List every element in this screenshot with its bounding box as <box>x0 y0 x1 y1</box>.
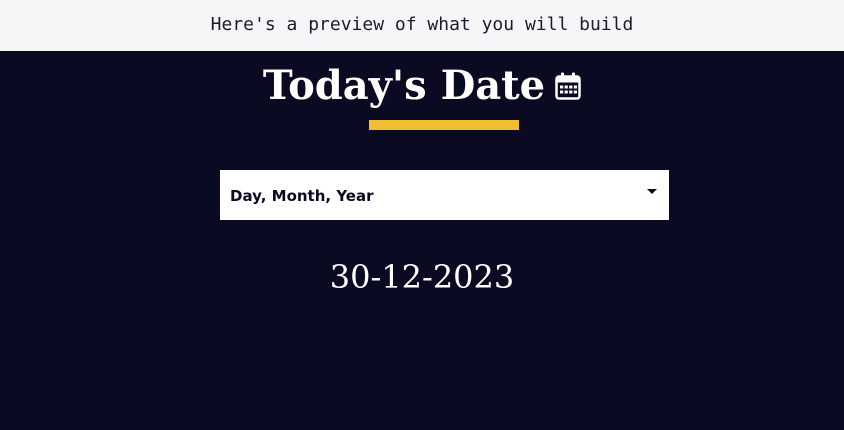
title-underline <box>369 120 519 130</box>
preview-banner-text: Here's a preview of what you will build <box>210 14 634 35</box>
date-format-select[interactable]: Day, Month, Year <box>220 170 669 220</box>
page-title: Today's Date <box>262 62 546 109</box>
date-format-select-value: Day, Month, Year <box>230 187 374 205</box>
title-row: Today's Date <box>0 63 844 109</box>
caret-down-icon <box>647 189 657 194</box>
preview-banner: Here's a preview of what you will build <box>0 0 844 51</box>
current-date-display: 30-12-2023 <box>329 258 515 296</box>
calendar-icon <box>555 72 581 100</box>
main-content: Today's Date Day, Month, Year 30-12-2023 <box>0 51 844 430</box>
